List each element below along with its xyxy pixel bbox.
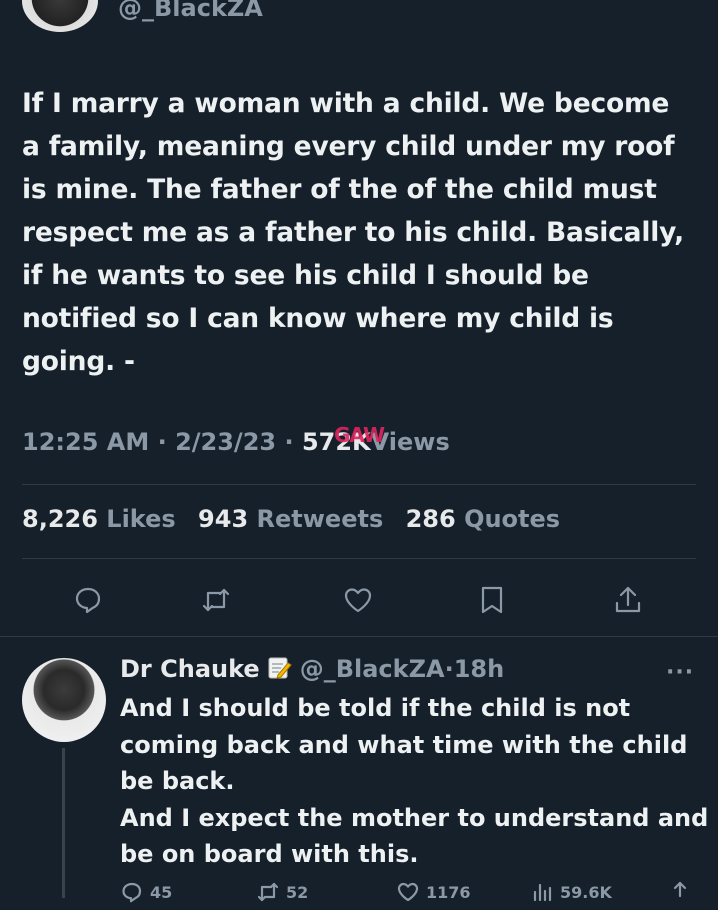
reply-author-handle[interactable]: @_BlackZA — [300, 655, 445, 683]
like-icon — [397, 882, 419, 902]
reply-text: And I should be told if the child is not… — [120, 690, 710, 873]
views-count: 59.6K — [560, 882, 612, 902]
reply-button[interactable] — [66, 578, 110, 622]
likes-stat[interactable]: 8,226 Likes — [22, 505, 176, 533]
reply-views-button[interactable]: 59.6K — [530, 880, 612, 904]
retweets-count: 943 — [198, 505, 249, 533]
reply-time[interactable]: 18h — [454, 655, 504, 683]
retweets-label: Retweets — [256, 505, 384, 533]
thread-line — [62, 748, 65, 898]
reply-header: Dr Chauke @_BlackZA·18h — [120, 655, 504, 683]
share-icon — [615, 586, 641, 613]
reply-divider — [0, 636, 718, 637]
meta-separator: · — [157, 428, 167, 456]
tweet-line: is mine. The father of the of the child … — [22, 174, 657, 205]
tweet-line: If I marry a woman with a child. We beco… — [22, 88, 670, 119]
divider — [22, 558, 696, 559]
reply-line: And I expect the mother to understand an… — [120, 803, 709, 832]
likes-label: Likes — [106, 505, 176, 533]
quotes-count: 286 — [405, 505, 456, 533]
tweet-line: going. - — [22, 346, 135, 377]
reply-count: 45 — [150, 882, 173, 902]
reply-separator: · — [444, 655, 454, 683]
reply-icon — [122, 882, 142, 903]
bookmark-button[interactable] — [470, 578, 514, 622]
reply-line: be on board with this. — [120, 840, 419, 868]
bookmark-icon — [481, 586, 503, 614]
watermark: GAW — [334, 423, 385, 447]
reply-retweet-button[interactable]: 52 — [256, 880, 308, 904]
tweet-date[interactable]: 2/23/23 — [175, 428, 276, 456]
like-count: 1176 — [426, 882, 471, 902]
quotes-stat[interactable]: 286 Quotes — [406, 505, 560, 533]
retweet-icon — [257, 882, 279, 902]
tweet-time[interactable]: 12:25 AM — [22, 428, 149, 456]
tweet-line: respect me as a father to his child. Bas… — [22, 217, 685, 248]
like-icon — [344, 588, 372, 613]
reply-line: And I should be told if the child is not — [120, 694, 631, 722]
retweet-icon — [202, 588, 230, 612]
quotes-label: Quotes — [464, 505, 561, 533]
share-icon — [673, 881, 687, 898]
top-avatar[interactable] — [22, 0, 98, 32]
tweet-actions — [66, 578, 666, 622]
reply-icon — [75, 587, 101, 614]
reply-line: coming back and what time with the child — [120, 730, 688, 759]
divider — [22, 484, 696, 485]
reply-avatar[interactable] — [22, 658, 106, 742]
reply-like-button[interactable]: 1176 — [396, 880, 471, 904]
more-options-icon[interactable]: ··· — [666, 660, 694, 685]
tweet-line: notified so I can know where my child is — [22, 303, 614, 334]
tweet-meta: 12:25 AM · 2/23/23 · 572KViews — [22, 428, 450, 456]
reply-reply-button[interactable]: 45 — [120, 880, 172, 904]
meta-separator: · — [284, 428, 294, 456]
retweet-count: 52 — [286, 882, 309, 902]
reply-share-button[interactable] — [668, 880, 692, 904]
tweet-stats: 8,226 Likes 943 Retweets 286 Quotes — [22, 505, 574, 533]
reply-author-name[interactable]: Dr Chauke — [120, 655, 260, 683]
likes-count: 8,226 — [22, 505, 98, 533]
retweets-stat[interactable]: 943 Retweets — [198, 505, 383, 533]
views-icon — [533, 883, 552, 902]
reply-line: be back. — [120, 767, 235, 795]
top-handle[interactable]: @_BlackZA — [118, 0, 263, 22]
tweet-line: if he wants to see his child I should be — [22, 260, 589, 291]
reply-actions: 45 52 1176 59.6K — [120, 880, 700, 910]
memo-emoji-icon — [268, 657, 292, 679]
tweet-line: a family, meaning every child under my r… — [22, 131, 675, 162]
tweet-text: If I marry a woman with a child. We beco… — [22, 82, 702, 383]
share-button[interactable] — [606, 578, 650, 622]
like-button[interactable] — [336, 578, 380, 622]
retweet-button[interactable] — [194, 578, 238, 622]
